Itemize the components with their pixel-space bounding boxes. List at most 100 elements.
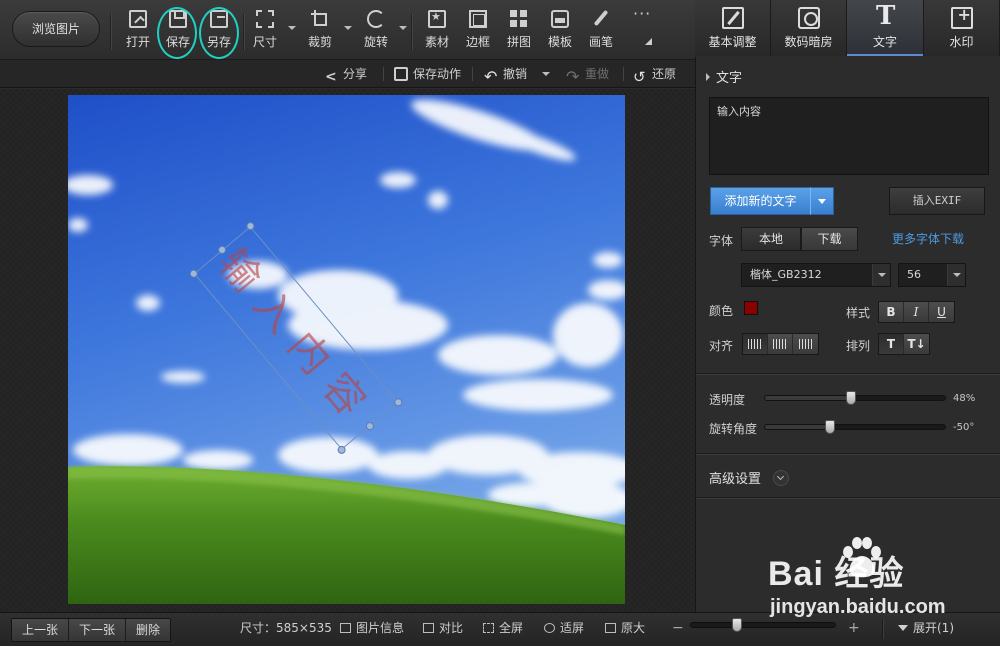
more-tools-button[interactable] bbox=[622, 4, 662, 54]
more-icon bbox=[633, 4, 651, 28]
toolbar-divider bbox=[411, 14, 412, 50]
compare-icon bbox=[423, 623, 434, 633]
align-top-button[interactable] bbox=[743, 334, 768, 354]
material-label: 素材 bbox=[424, 35, 449, 49]
bottombar-divider bbox=[882, 619, 883, 639]
delete-button[interactable]: 删除 bbox=[126, 619, 171, 641]
save-as-button[interactable]: 另存 bbox=[199, 8, 239, 54]
advanced-expand-icon[interactable] bbox=[773, 470, 789, 486]
chevron-down-icon bbox=[872, 264, 890, 286]
camera-icon bbox=[797, 7, 820, 29]
undo-dropdown-arrow[interactable] bbox=[542, 72, 550, 76]
chevron-down-icon bbox=[947, 264, 965, 286]
rotation-slider[interactable] bbox=[764, 420, 946, 434]
material-button[interactable]: 素材 bbox=[417, 8, 457, 54]
fit-screen-button[interactable]: 适屏 bbox=[544, 613, 584, 646]
rotate-button[interactable]: 旋转 bbox=[356, 8, 396, 54]
rotate-icon bbox=[367, 10, 385, 28]
watermark-icon bbox=[950, 5, 973, 29]
frame-button[interactable]: 边框 bbox=[458, 8, 498, 54]
zoom-out-button[interactable]: − bbox=[672, 613, 684, 643]
open-label: 打开 bbox=[125, 35, 150, 49]
tab-text[interactable]: 文字 bbox=[847, 0, 924, 56]
zoom-in-button[interactable]: + bbox=[848, 613, 860, 643]
previous-image-button[interactable]: 上一张 bbox=[12, 619, 70, 641]
brush-icon bbox=[592, 10, 610, 28]
horizontal-text-button[interactable]: T bbox=[879, 334, 904, 354]
tab-watermark[interactable]: 水印 bbox=[924, 0, 1000, 56]
text-color-swatch[interactable] bbox=[744, 301, 758, 315]
text-settings-panel: 文字 输入内容 添加新的文字 插入EXIF 字体 本地 下载 更多字体下载 楷体… bbox=[695, 57, 1000, 612]
font-source-download[interactable]: 下载 bbox=[801, 227, 858, 251]
save-button[interactable]: 保存 bbox=[158, 8, 198, 54]
bold-button[interactable]: B bbox=[879, 302, 904, 322]
original-size-label: 原大 bbox=[621, 621, 646, 635]
italic-button[interactable]: I bbox=[904, 302, 929, 322]
image-size-text: 尺寸：585×535 bbox=[240, 621, 332, 635]
vertical-text-icon: T↓ bbox=[907, 337, 926, 351]
browse-images-button[interactable]: 浏览图片 bbox=[12, 11, 100, 47]
fullscreen-button[interactable]: 全屏 bbox=[483, 613, 523, 646]
share-button[interactable]: 分享 bbox=[324, 60, 368, 91]
original-size-button[interactable]: 原大 bbox=[605, 613, 645, 646]
save-action-button[interactable]: 保存动作 bbox=[394, 60, 461, 88]
align-middle-icon bbox=[773, 339, 787, 349]
text-content-input[interactable]: 输入内容 bbox=[709, 97, 989, 175]
crop-dropdown-arrow[interactable] bbox=[344, 24, 352, 32]
arrange-buttons: T T↓ bbox=[878, 333, 930, 355]
add-new-text-button[interactable]: 添加新的文字 bbox=[710, 187, 810, 215]
size-icon bbox=[256, 10, 274, 28]
zoom-slider-thumb[interactable] bbox=[732, 618, 743, 632]
frame-label: 边框 bbox=[465, 35, 490, 49]
main-toolbar: 浏览图片 打开 保存 另存 尺寸 裁剪 旋转 素材 边框 拼图 bbox=[0, 0, 695, 60]
underline-button[interactable]: U bbox=[929, 302, 954, 322]
brush-button[interactable]: 画笔 bbox=[581, 8, 621, 54]
add-text-dropdown-arrow[interactable] bbox=[810, 187, 834, 215]
toolbar-divider bbox=[110, 14, 111, 50]
redo-button[interactable]: 重做 bbox=[566, 60, 609, 91]
align-bottom-button[interactable] bbox=[793, 334, 818, 354]
crop-button[interactable]: 裁剪 bbox=[300, 8, 340, 54]
font-size-value: 56 bbox=[907, 268, 921, 281]
align-bottom-icon bbox=[798, 339, 813, 349]
rotation-label: 旋转角度 bbox=[709, 422, 758, 436]
image-info-button[interactable]: 图片信息 bbox=[340, 613, 404, 646]
advanced-settings-label[interactable]: 高级设置 bbox=[709, 468, 761, 487]
tab-basic-adjust-label: 基本调整 bbox=[708, 35, 757, 49]
rotation-value: -50° bbox=[953, 422, 975, 433]
size-button[interactable]: 尺寸 bbox=[245, 8, 285, 54]
more-fonts-download-link[interactable]: 更多字体下载 bbox=[892, 230, 964, 247]
align-middle-button[interactable] bbox=[768, 334, 793, 354]
insert-exif-button[interactable]: 插入EXIF bbox=[889, 187, 985, 215]
opacity-value: 48% bbox=[953, 393, 976, 404]
vertical-text-button[interactable]: T↓ bbox=[904, 334, 929, 354]
size-dropdown-arrow[interactable] bbox=[288, 24, 296, 32]
template-button[interactable]: 模板 bbox=[540, 8, 580, 54]
grid-icon bbox=[510, 10, 528, 28]
save-icon bbox=[169, 10, 187, 28]
font-source-local[interactable]: 本地 bbox=[741, 227, 801, 251]
open-button[interactable]: 打开 bbox=[118, 8, 158, 54]
rotate-dropdown-arrow[interactable] bbox=[399, 24, 407, 32]
font-size-select[interactable]: 56 bbox=[898, 263, 966, 287]
expand-corner-icon[interactable] bbox=[645, 38, 652, 45]
puzzle-button[interactable]: 拼图 bbox=[499, 8, 539, 54]
zoom-slider[interactable] bbox=[690, 618, 836, 632]
undo-button[interactable]: 撤销 bbox=[484, 60, 527, 91]
font-family-select[interactable]: 楷体_GB2312 bbox=[741, 263, 891, 287]
opacity-slider-thumb[interactable] bbox=[846, 391, 857, 405]
restore-button[interactable]: 还原 bbox=[633, 60, 676, 91]
subbar-divider bbox=[623, 67, 624, 81]
share-label: 分享 bbox=[343, 67, 368, 81]
secondary-toolbar: 分享 保存动作 撤销 重做 还原 bbox=[0, 60, 695, 91]
compare-button[interactable]: 对比 bbox=[423, 613, 463, 646]
image-navigation: 上一张 下一张 删除 bbox=[11, 618, 172, 642]
tab-digital-darkroom[interactable]: 数码暗房 bbox=[771, 0, 847, 56]
next-image-button[interactable]: 下一张 bbox=[69, 619, 127, 641]
expand-button[interactable]: 展开(1) bbox=[898, 613, 954, 646]
panel-divider bbox=[696, 453, 1000, 454]
opacity-slider[interactable] bbox=[764, 391, 946, 405]
rotation-slider-thumb[interactable] bbox=[825, 420, 835, 434]
fullscreen-icon bbox=[483, 623, 494, 633]
tab-basic-adjust[interactable]: 基本调整 bbox=[695, 0, 771, 56]
